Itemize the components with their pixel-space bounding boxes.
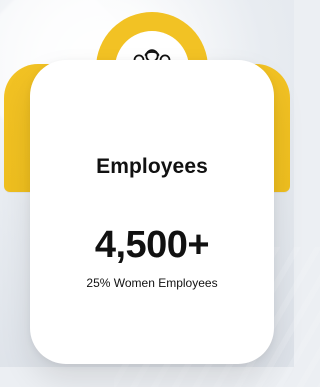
card-title: Employees <box>96 155 208 178</box>
employee-stat-card: Employees 4,500+ 25% Women Employees <box>30 60 274 364</box>
employee-count: 4,500+ <box>94 224 210 266</box>
employee-subtitle: 25% Women Employees <box>86 276 218 290</box>
